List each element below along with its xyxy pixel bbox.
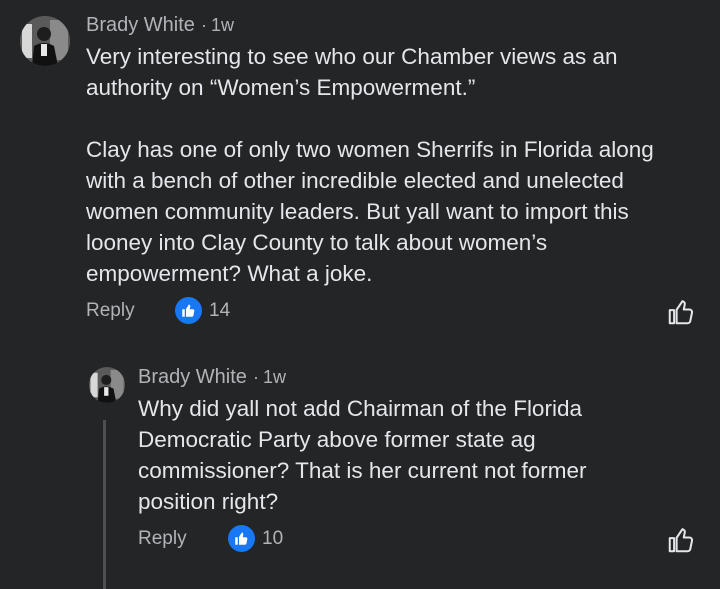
thumbs-up-outline-icon (668, 300, 694, 325)
separator-dot: · (252, 367, 259, 387)
thumbs-up-icon (228, 525, 255, 552)
avatar-photo-icon (89, 367, 125, 403)
reply-author-name[interactable]: Brady White (138, 366, 247, 389)
like-button[interactable] (666, 525, 696, 555)
reply-timestamp[interactable]: 1w (263, 367, 286, 388)
reaction-summary[interactable]: 14 (175, 297, 230, 324)
thumbs-up-outline-icon (668, 528, 694, 553)
like-count: 14 (209, 299, 231, 321)
avatar-photo-icon (20, 16, 70, 66)
reply-button[interactable]: Reply (86, 300, 135, 322)
avatar[interactable] (20, 16, 70, 66)
thumbs-up-icon (175, 297, 202, 324)
reaction-summary[interactable]: 10 (228, 525, 283, 552)
thread-line (103, 420, 106, 589)
reply-header: Brady White · 1w (138, 366, 286, 389)
comment-body: Very interesting to see who our Chamber … (86, 44, 654, 286)
like-count: 10 (262, 527, 284, 549)
separator-dot: · (200, 15, 207, 35)
reply-button[interactable]: Reply (138, 528, 187, 550)
reply-body: Why did yall not add Chairman of the Flo… (138, 396, 587, 514)
timestamp[interactable]: 1w (211, 15, 234, 36)
comment-header: Brady White · 1w (86, 14, 234, 37)
author-name[interactable]: Brady White (86, 14, 195, 37)
reply-avatar[interactable] (89, 367, 125, 403)
like-button[interactable] (666, 297, 696, 327)
